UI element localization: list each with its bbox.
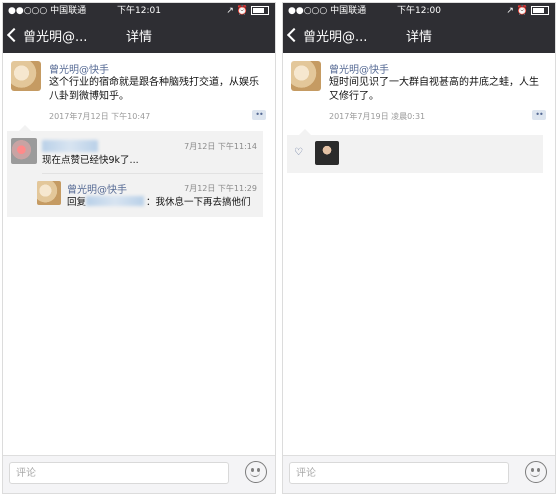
- comment-item[interactable]: 曾光明@快手 7月12日 下午11:29 回复 ：我休息一下再去搞他们: [7, 173, 263, 217]
- divider: [42, 173, 263, 174]
- nav-bar: 曾光明@... 详情: [3, 23, 275, 53]
- blurred-username: [86, 196, 145, 206]
- post-text: 短时间见识了一大群自视甚高的井底之蛙，人生又修行了。: [329, 77, 539, 102]
- comment-bar: 评论: [3, 455, 275, 493]
- chevron-left-icon: [6, 27, 22, 43]
- location-alarm-icons: ↗ ⏰: [226, 6, 248, 16]
- comment-author[interactable]: 曾光明@快手: [67, 181, 127, 196]
- avatar[interactable]: [37, 181, 61, 205]
- comment-bar: 评论: [283, 455, 555, 493]
- reply-text: ：我休息一下再去搞他们: [146, 197, 251, 208]
- post-time: 2017年7月19日 凌晨0:31: [329, 112, 426, 121]
- battery-icon: [531, 6, 549, 15]
- comment-time: 7月12日 下午11:14: [184, 142, 257, 151]
- liker-avatar[interactable]: [315, 141, 339, 165]
- back-button[interactable]: 曾光明@...: [6, 27, 88, 48]
- comment-list: 7月12日 下午11:14 现在点赞已经快9k了... 曾光明@快手 7月12日…: [7, 125, 263, 217]
- top-bar: ●●○○○ 中国联通 下午12:00 ↗ ⏰ 曾光明@... 详情: [283, 3, 555, 53]
- comment-input[interactable]: 评论: [9, 462, 229, 484]
- heart-icon: ♡: [294, 147, 303, 158]
- status-icons: ↗ ⏰: [226, 3, 269, 20]
- location-alarm-icons: ↗ ⏰: [506, 6, 528, 16]
- status-bar: ●●○○○ 中国联通 下午12:00 ↗ ⏰: [283, 3, 555, 20]
- comment-text: 回复 ：我休息一下再去搞他们: [67, 196, 257, 209]
- battery-icon: [251, 6, 269, 15]
- avatar[interactable]: [291, 61, 321, 91]
- status-bar: ●●○○○ 中国联通 下午12:01 ↗ ⏰: [3, 3, 275, 20]
- emoji-icon[interactable]: [525, 461, 547, 483]
- nav-bar: 曾光明@... 详情: [283, 23, 555, 53]
- back-button[interactable]: 曾光明@...: [286, 27, 368, 48]
- avatar[interactable]: [11, 138, 37, 164]
- more-actions-button[interactable]: ••: [252, 110, 266, 120]
- emoji-icon[interactable]: [245, 461, 267, 483]
- back-label: 曾光明@...: [303, 30, 368, 45]
- back-label: 曾光明@...: [23, 30, 88, 45]
- moment-post: 曾光明@快手 这个行业的宿命就是跟各种脑残打交道，从娱乐八卦到微博知乎。 201…: [3, 53, 275, 129]
- post-time: 2017年7月12日 下午10:47: [49, 112, 151, 121]
- status-icons: ↗ ⏰: [506, 3, 549, 20]
- left-screen: ●●○○○ 中国联通 下午12:01 ↗ ⏰ 曾光明@... 详情 曾光明@快手…: [2, 2, 276, 494]
- post-author[interactable]: 曾光明@快手: [329, 61, 389, 76]
- moment-post: 曾光明@快手 短时间见识了一大群自视甚高的井底之蛙，人生又修行了。 2017年7…: [283, 53, 555, 129]
- comment-item[interactable]: 7月12日 下午11:14 现在点赞已经快9k了...: [7, 131, 263, 173]
- post-author[interactable]: 曾光明@快手: [49, 61, 109, 76]
- avatar[interactable]: [11, 61, 41, 91]
- likes-list: ♡: [287, 129, 543, 173]
- more-actions-button[interactable]: ••: [532, 110, 546, 120]
- top-bar: ●●○○○ 中国联通 下午12:01 ↗ ⏰ 曾光明@... 详情: [3, 3, 275, 53]
- right-screen: ●●○○○ 中国联通 下午12:00 ↗ ⏰ 曾光明@... 详情 曾光明@快手…: [282, 2, 556, 494]
- reply-prefix: 回复: [67, 197, 87, 208]
- comment-text: 现在点赞已经快9k了...: [42, 155, 139, 166]
- chevron-left-icon: [286, 27, 302, 43]
- comment-input[interactable]: 评论: [289, 462, 509, 484]
- post-text: 这个行业的宿命就是跟各种脑残打交道，从娱乐八卦到微博知乎。: [49, 77, 259, 102]
- comment-time: 7月12日 下午11:29: [184, 184, 257, 193]
- blurred-username: [42, 140, 98, 152]
